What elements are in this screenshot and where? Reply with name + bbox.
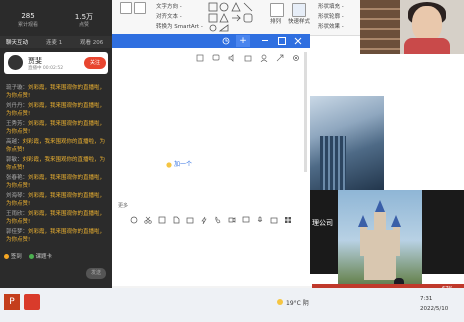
grid-icon[interactable] (284, 216, 292, 224)
chat-toolbar (112, 52, 310, 64)
calendar-icon[interactable] (270, 216, 278, 224)
message-sender: 王雨欣： (6, 211, 29, 217)
gift-row: 签到 课题卡 (4, 252, 52, 260)
text-direction-button[interactable]: 文字方向 - (156, 2, 182, 10)
chat-scrollbar[interactable] (304, 52, 307, 172)
avatar (8, 55, 23, 70)
settings-icon[interactable] (292, 54, 300, 62)
message-sender: 张春艳： (6, 175, 29, 181)
follow-button[interactable]: 关注 (84, 57, 106, 69)
message-sender: 郭敏： (6, 157, 23, 163)
sign-in-label[interactable]: 签到 (11, 254, 22, 260)
message-sender: 王秀芳： (6, 121, 29, 127)
add-icon[interactable]: + (236, 35, 250, 47)
live-duration: 直播中 00:02:52 (28, 66, 64, 71)
taskbar: P (0, 288, 464, 322)
chat-message: 张春艳：刘彩霞，我来围观你的直播啦，为你点赞! (6, 174, 110, 190)
file-icon[interactable] (172, 216, 180, 224)
app-icon[interactable] (24, 294, 40, 310)
smile-icon (166, 162, 172, 168)
smartart-button[interactable]: 转换为 SmartArt - (156, 22, 203, 30)
chat-message: 刘海琴：刘彩霞，我来围观你的直播啦，为你点赞! (6, 192, 110, 208)
view-count: 285 (21, 12, 35, 20)
lightning-icon[interactable] (200, 216, 208, 224)
chat-title-bar: + (112, 34, 310, 48)
chat-message: 琉子璇：刘彩霞，我来围观你的直播啦，为你点赞! (6, 84, 110, 100)
weather-icon (277, 299, 283, 305)
shapes-gallery-icon[interactable] (208, 2, 262, 32)
quick-styles-icon[interactable] (292, 3, 306, 17)
emoji-icon[interactable] (130, 216, 138, 224)
screenshot-icon[interactable] (186, 216, 194, 224)
chat-message: 王雨欣：刘彩霞，我来围观你的直播啦，为你点赞! (6, 210, 110, 226)
image-icon[interactable] (158, 216, 166, 224)
folder-icon[interactable] (244, 54, 252, 62)
tab-mic[interactable]: 连麦 1 (46, 38, 62, 46)
more-label[interactable]: 更多 (118, 202, 128, 209)
chat-message: 郭佳梦：刘彩霞，我来围观你的直播啦，为你点赞! (6, 228, 110, 244)
arrange-icon[interactable] (270, 3, 284, 17)
card-icon (28, 254, 34, 259)
live-tabs: 聊天互动 连麦 1 观看 206 (0, 36, 112, 48)
message-sender: 刘丹丹： (6, 103, 29, 109)
skyline-image (310, 96, 384, 190)
chat-message: 高越：刘彩霞，我来围观你的直播啦，为你点赞! (6, 138, 110, 154)
arrange-button[interactable]: 排列 (270, 17, 281, 25)
history-icon[interactable] (222, 37, 230, 45)
new-message-link[interactable]: 加一个 (174, 159, 192, 168)
card-label[interactable]: 课题卡 (36, 254, 53, 260)
ppt-ribbon: 文字方向 - 对齐文本 - 转换为 SmartArt - 排列 快速样式 形状填… (112, 0, 360, 36)
host-card: 贾斐 直播中 00:02:52 关注 (4, 52, 108, 74)
clock-date: 2022/5/10 (420, 306, 449, 312)
chat-message: 刘丹丹：刘彩霞，我来围观你的直播啦，为你点赞! (6, 102, 110, 118)
screen-share-icon[interactable] (242, 216, 250, 224)
minimize-icon[interactable] (262, 40, 268, 41)
shape-outline-button[interactable]: 形状轮廓 - (318, 12, 344, 20)
message-sender: 刘海琴： (6, 193, 29, 199)
scissors-icon[interactable] (144, 216, 152, 224)
input-toolbar (112, 212, 310, 228)
sign-in-icon (4, 254, 9, 259)
doc-icon[interactable] (196, 54, 204, 62)
ribbon-list-icon[interactable] (134, 2, 146, 14)
speaker-icon[interactable] (228, 54, 236, 62)
chat-message: 王秀芳：刘彩霞，我来围观你的直播啦，为你点赞! (6, 120, 110, 136)
tab-chat[interactable]: 聊天互动 (6, 38, 28, 46)
weather-text: 19°C 阴 (286, 300, 309, 307)
message-sender: 琉子璇： (6, 85, 29, 91)
chat-message: 郭敏：刘彩霞，我来围观你的直播啦，为你点赞! (6, 156, 110, 172)
video-icon[interactable] (228, 216, 236, 224)
camera-feed (360, 0, 464, 54)
shape-fill-button[interactable]: 形状填充 - (318, 2, 344, 10)
shape-effects-button[interactable]: 形状效果 - (318, 22, 344, 30)
maximize-icon[interactable] (278, 37, 286, 45)
live-panel: 285 累计观看 1.5万 点赞 聊天互动 连麦 1 观看 206 贾斐 直播中… (0, 0, 112, 288)
clock-time: 7:31 (420, 296, 433, 302)
user-icon[interactable] (260, 54, 268, 62)
quick-styles-button[interactable]: 快速样式 (288, 17, 310, 25)
ribbon-format-icon[interactable] (120, 2, 132, 14)
like-count-label: 点赞 (78, 22, 89, 28)
close-icon[interactable] (294, 37, 302, 45)
phone-icon[interactable] (214, 216, 222, 224)
mic-icon[interactable] (256, 216, 264, 224)
message-sender: 郭佳梦： (6, 229, 29, 235)
message-icon[interactable] (212, 54, 220, 62)
tab-viewers[interactable]: 观看 206 (80, 38, 103, 46)
company-text: 理公司 (312, 219, 333, 227)
send-button[interactable]: 发送 (86, 268, 106, 279)
powerpoint-icon[interactable]: P (4, 294, 20, 310)
share-icon[interactable] (276, 54, 284, 62)
view-count-label: 累计观看 (17, 22, 38, 28)
message-sender: 高越： (6, 139, 23, 145)
chat-window: + 加一个 (112, 34, 310, 184)
align-text-button[interactable]: 对齐文本 - (156, 12, 182, 20)
